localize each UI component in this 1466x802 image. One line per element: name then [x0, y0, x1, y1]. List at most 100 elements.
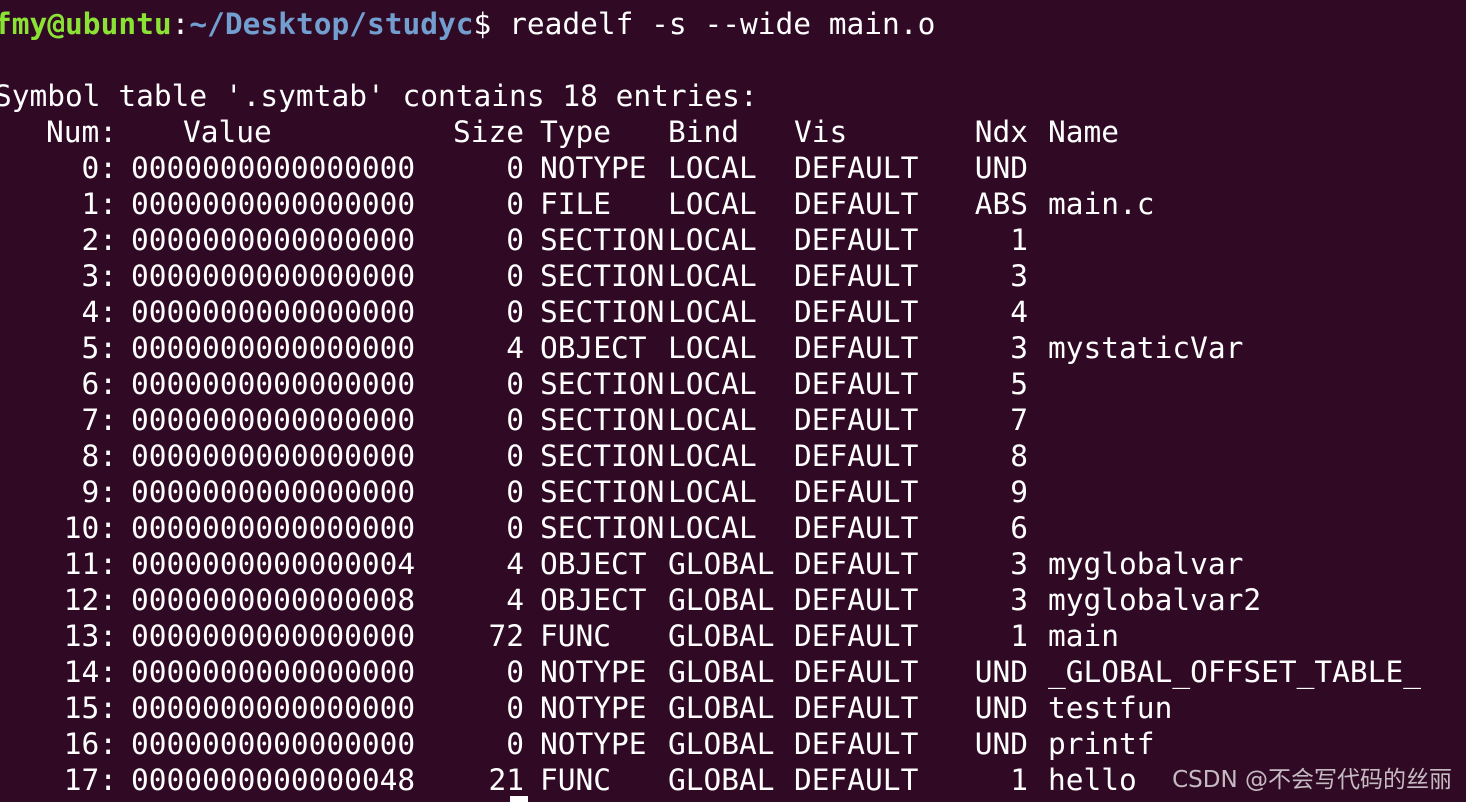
cell-vis: DEFAULT — [794, 727, 919, 761]
cell-size: 0 — [506, 259, 524, 293]
cell-ndx: 8 — [1010, 439, 1028, 473]
cell-size: 4 — [506, 547, 524, 581]
cell-bind: LOCAL — [668, 439, 757, 473]
cell-name: _GLOBAL_OFFSET_TABLE_ — [1048, 655, 1421, 689]
cell-num: 14: — [63, 655, 117, 689]
cell-type: FUNC — [540, 619, 612, 653]
cell-ndx: 1 — [1010, 619, 1028, 653]
cell-size: 4 — [506, 583, 524, 617]
cell-vis: DEFAULT — [794, 151, 919, 185]
cell-value: 0000000000000000 — [131, 331, 416, 365]
cell-ndx: 7 — [1010, 403, 1028, 437]
cell-ndx: 6 — [1010, 511, 1028, 545]
cell-size: 0 — [506, 691, 524, 725]
cell-size: 0 — [506, 367, 524, 401]
cell-num: 0: — [81, 151, 117, 185]
header-ndx: Ndx — [974, 115, 1028, 149]
table-row: 1: 0000000000000000 0 FILE LOCAL DEFAULT ABS ma… — [0, 186, 1154, 222]
cell-type: OBJECT — [540, 583, 647, 617]
header-size: Size — [452, 115, 524, 149]
prompt-symbol: $ — [473, 7, 510, 41]
cell-type: OBJECT — [540, 331, 647, 365]
table-row: 0: 0000000000000000 0 NOTYPE LOCAL DEFAULT UND — [0, 150, 1048, 186]
cell-size: 0 — [506, 403, 524, 437]
cell-name: printf — [1048, 727, 1155, 761]
cell-bind: LOCAL — [668, 403, 757, 437]
cell-num: 1: — [81, 187, 117, 221]
cell-type: SECTION — [540, 367, 665, 401]
cell-num: 9: — [81, 475, 117, 509]
cell-size: 0 — [506, 475, 524, 509]
table-row: 9: 0000000000000000 0 SECTION LOCAL DEFAULT 9 — [0, 474, 1048, 510]
cell-value: 0000000000000000 — [131, 223, 416, 257]
header-bind: Bind — [668, 115, 740, 149]
cell-size: 0 — [506, 439, 524, 473]
header-type: Type — [540, 115, 612, 149]
header-name: Name — [1048, 115, 1120, 149]
cell-value: 0000000000000000 — [131, 619, 416, 653]
cell-type: FUNC — [540, 763, 612, 797]
cell-type: NOTYPE — [540, 655, 647, 689]
table-row: 5: 0000000000000000 4 OBJECT LOCAL DEFAULT 3 my… — [0, 330, 1243, 366]
cell-type: SECTION — [540, 511, 665, 545]
cell-type: SECTION — [540, 223, 665, 257]
cell-bind: GLOBAL — [668, 655, 775, 689]
cell-type: SECTION — [540, 403, 665, 437]
cell-value: 0000000000000000 — [131, 727, 416, 761]
cell-size: 0 — [506, 511, 524, 545]
cell-num: 12: — [63, 583, 117, 617]
cell-ndx: ABS — [974, 187, 1028, 221]
table-row: 4: 0000000000000000 0 SECTION LOCAL DEFAULT 4 — [0, 294, 1048, 330]
cell-type: SECTION — [540, 439, 665, 473]
header-num: Num: — [45, 115, 117, 149]
cell-value: 0000000000000000 — [131, 655, 416, 689]
table-row: 2: 0000000000000000 0 SECTION LOCAL DEFAULT 1 — [0, 222, 1048, 258]
cell-value: 0000000000000000 — [131, 691, 416, 725]
cell-name: myglobalvar2 — [1048, 583, 1262, 617]
terminal-window[interactable]: fmy@ubuntu:~/Desktop/studyc$ readelf -s … — [0, 0, 1466, 802]
cell-name: hello — [1048, 763, 1137, 797]
cell-value: 0000000000000000 — [131, 439, 416, 473]
cell-value: 0000000000000008 — [131, 583, 416, 617]
cell-size: 0 — [506, 151, 524, 185]
cell-bind: GLOBAL — [668, 763, 775, 797]
cell-num: 6: — [81, 367, 117, 401]
table-row: 12: 0000000000000008 4 OBJECT GLOBAL DEFAULT 3… — [0, 582, 1261, 618]
cell-ndx: 3 — [1010, 547, 1028, 581]
symtab-heading: Symbol table '.symtab' contains 18 entri… — [0, 79, 758, 113]
table-row: 16: 0000000000000000 0 NOTYPE GLOBAL DEFAULT U… — [0, 726, 1155, 762]
table-row: 7: 0000000000000000 0 SECTION LOCAL DEFAULT 7 — [0, 402, 1048, 438]
cell-vis: DEFAULT — [794, 295, 919, 329]
cell-num: 4: — [81, 295, 117, 329]
cell-size: 0 — [506, 655, 524, 689]
column-header-row: Num: Value Size Type Bind Vis Ndx Name — [0, 114, 1119, 150]
cell-value: 0000000000000048 — [131, 763, 416, 797]
cell-num: 16: — [63, 727, 117, 761]
cell-num: 13: — [63, 619, 117, 653]
cell-bind: LOCAL — [668, 295, 757, 329]
table-row: 8: 0000000000000000 0 SECTION LOCAL DEFAULT 8 — [0, 438, 1048, 474]
cell-vis: DEFAULT — [794, 403, 919, 437]
cell-type: OBJECT — [540, 547, 647, 581]
cell-bind: LOCAL — [668, 511, 757, 545]
prompt-colon: : — [171, 7, 190, 41]
command-text: readelf -s --wide main.o — [509, 7, 936, 41]
cell-ndx: 3 — [1010, 331, 1028, 365]
header-value: Value — [183, 115, 272, 149]
cell-ndx: UND — [974, 151, 1028, 185]
cell-ndx: 1 — [1010, 223, 1028, 257]
cell-ndx: 1 — [1010, 763, 1028, 797]
cell-vis: DEFAULT — [794, 367, 919, 401]
table-row: 14: 0000000000000000 0 NOTYPE GLOBAL DEFAULT U… — [0, 654, 1421, 690]
cell-size: 0 — [506, 187, 524, 221]
cell-num: 8: — [81, 439, 117, 473]
cell-vis: DEFAULT — [794, 223, 919, 257]
cell-num: 7: — [81, 403, 117, 437]
cell-size: 0 — [506, 223, 524, 257]
cell-vis: DEFAULT — [794, 187, 919, 221]
cell-type: NOTYPE — [540, 727, 647, 761]
table-row: 15: 0000000000000000 0 NOTYPE GLOBAL DEFAULT U… — [0, 690, 1173, 726]
cell-num: 3: — [81, 259, 117, 293]
cell-name: testfun — [1048, 691, 1173, 725]
cell-name: myglobalvar — [1048, 547, 1244, 581]
